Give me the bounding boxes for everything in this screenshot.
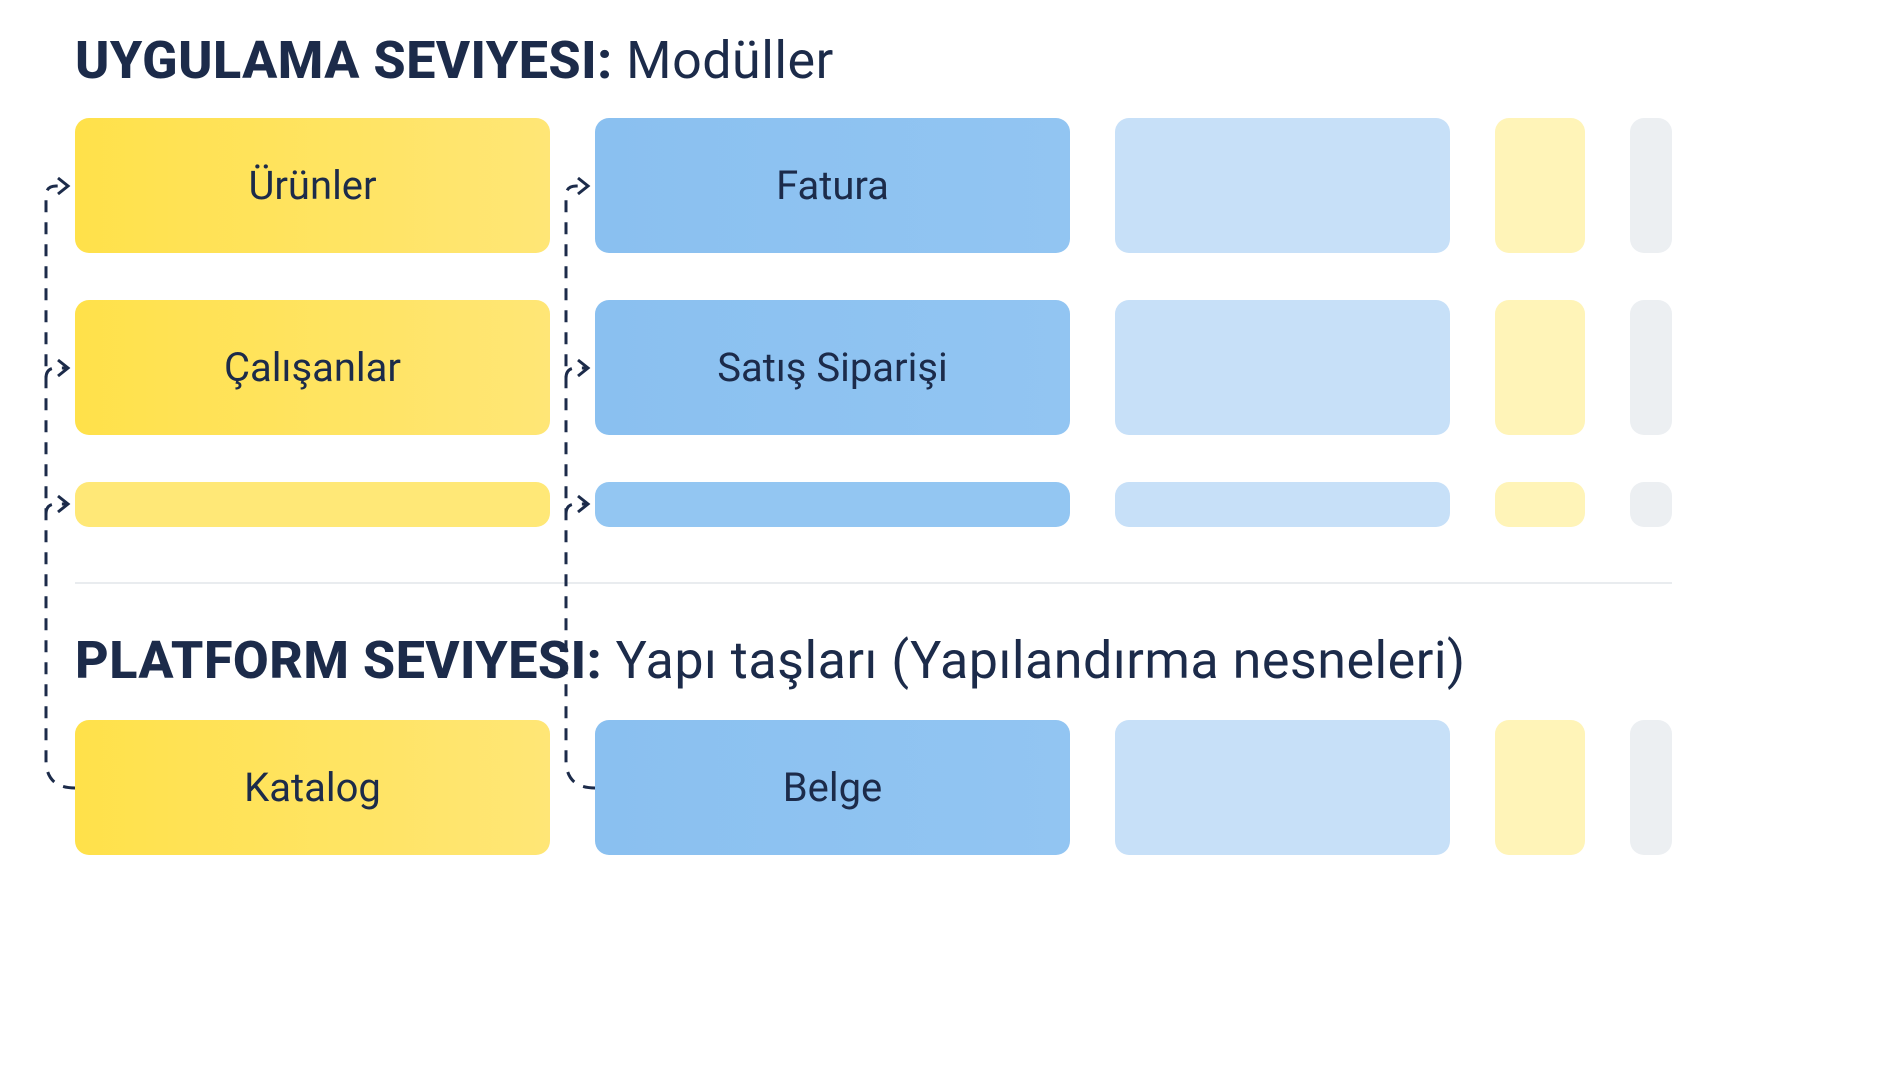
module-placeholder-blue-3	[1115, 482, 1450, 527]
app-level-title-bold: UYGULAMA SEVIYESI:	[75, 30, 613, 91]
block-placeholder-gray	[1630, 720, 1672, 855]
module-sales-order-label: Satış Siparişi	[717, 344, 947, 391]
module-placeholder-yellow-3	[1495, 482, 1585, 527]
section-divider	[75, 582, 1672, 584]
module-products-label: Ürünler	[248, 162, 376, 209]
diagram-canvas: UYGULAMA SEVIYESI: Modüller Ürünler Fatu…	[0, 0, 1879, 1081]
platform-level-title-light: Yapı taşları (Yapılandırma nesneleri)	[616, 630, 1466, 691]
module-placeholder-yellow-2	[1495, 300, 1585, 435]
module-placeholder-gray-3	[1630, 482, 1672, 527]
block-document: Belge	[595, 720, 1070, 855]
module-placeholder-blue-2	[1115, 300, 1450, 435]
block-catalog: Katalog	[75, 720, 550, 855]
module-placeholder-yellow-1	[1495, 118, 1585, 253]
platform-level-title: PLATFORM SEVIYESI: Yapı taşları (Yapılan…	[75, 630, 1466, 691]
module-placeholder-gray-2	[1630, 300, 1672, 435]
module-products: Ürünler	[75, 118, 550, 253]
app-level-title-light: Modüller	[626, 30, 834, 91]
block-placeholder-blue	[1115, 720, 1450, 855]
module-employees: Çalışanlar	[75, 300, 550, 435]
block-document-label: Belge	[783, 764, 883, 811]
module-employees-label: Çalışanlar	[224, 344, 401, 391]
block-placeholder-yellow	[1495, 720, 1585, 855]
module-sales-order: Satış Siparişi	[595, 300, 1070, 435]
module-placeholder-gray-1	[1630, 118, 1672, 253]
platform-level-title-bold: PLATFORM SEVIYESI:	[75, 630, 602, 691]
module-invoice-label: Fatura	[776, 162, 889, 209]
module-yellow-short	[75, 482, 550, 527]
block-catalog-label: Katalog	[244, 764, 381, 811]
module-placeholder-blue-1	[1115, 118, 1450, 253]
module-blue-short	[595, 482, 1070, 527]
app-level-title: UYGULAMA SEVIYESI: Modüller	[75, 30, 834, 91]
module-invoice: Fatura	[595, 118, 1070, 253]
